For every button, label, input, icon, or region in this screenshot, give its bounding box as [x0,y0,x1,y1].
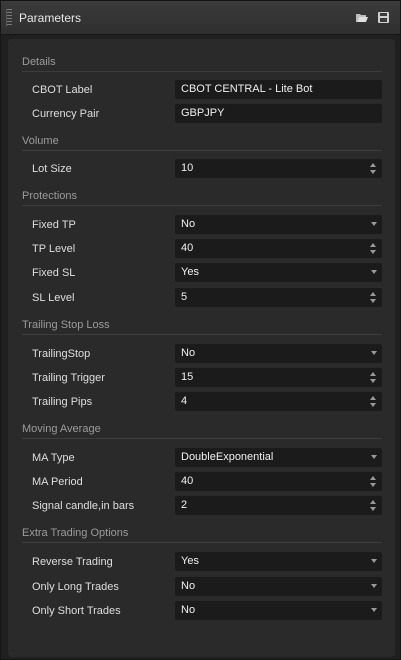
ma-period-value: 40 [181,475,194,487]
stepper-arrows-icon[interactable] [370,292,377,303]
reverse-trading-label: Reverse Trading [32,556,113,568]
chevron-down-icon [371,270,377,274]
cbot-label-input[interactable]: CBOT CENTRAL - Lite Bot [175,80,382,99]
trailing-pips-label: Trailing Pips [32,396,93,408]
tp-level-stepper[interactable]: 40 [175,239,382,258]
only-long-trades-value: No [181,580,196,592]
folder-open-icon[interactable] [356,12,368,24]
ma-type-value: DoubleExponential [181,451,274,463]
chevron-down-icon [371,584,377,588]
only-long-trades-select[interactable]: No [175,577,382,596]
section-header-volume: Volume [22,135,59,147]
section-header-trailing-stop-loss: Trailing Stop Loss [22,319,110,331]
fixed-sl-label: Fixed SL [32,267,76,279]
chevron-down-icon [371,455,377,459]
currency-pair-value: GBPJPY [181,107,225,119]
trailing-trigger-value: 15 [181,371,194,383]
fixed-tp-value: No [181,218,196,230]
only-short-trades-select[interactable]: No [175,601,382,620]
lot-size-value: 10 [181,162,194,174]
sl-level-value: 5 [181,291,188,303]
chevron-down-icon [371,608,377,612]
title-bar[interactable]: Parameters [1,1,400,35]
section-divider [22,205,382,206]
section-divider [22,150,382,151]
trailing-trigger-label: Trailing Trigger [32,372,105,384]
fixed-sl-select[interactable]: Yes [175,263,382,282]
chevron-down-icon [371,351,377,355]
currency-pair-input[interactable]: GBPJPY [175,104,382,123]
trailing-trigger-stepper[interactable]: 15 [175,368,382,387]
fixed-tp-label: Fixed TP [32,219,76,231]
trailing-pips-value: 4 [181,395,188,407]
section-divider [22,71,382,72]
save-icon[interactable] [378,11,390,24]
lot-size-label: Lot Size [32,163,72,175]
trailing-stop-value: No [181,347,196,359]
tp-level-label: TP Level [32,243,76,255]
signal-candle-stepper[interactable]: 2 [175,496,382,515]
sl-level-label: SL Level [32,292,75,304]
cbot-label-value: CBOT CENTRAL - Lite Bot [181,83,313,95]
trailing-pips-stepper[interactable]: 4 [175,392,382,411]
fixed-tp-select[interactable]: No [175,215,382,234]
ma-type-label: MA Type [32,452,75,464]
stepper-arrows-icon[interactable] [370,396,377,407]
chevron-down-icon [371,559,377,563]
reverse-trading-select[interactable]: Yes [175,552,382,571]
reverse-trading-value: Yes [181,555,199,567]
section-header-details: Details [22,56,56,68]
sl-level-stepper[interactable]: 5 [175,288,382,307]
section-header-protections: Protections [22,190,78,202]
window-title: Parameters [19,10,82,25]
only-short-trades-label: Only Short Trades [32,605,121,617]
signal-candle-label: Signal candle,in bars [32,500,135,512]
chevron-down-icon [371,222,377,226]
stepper-arrows-icon[interactable] [370,476,377,487]
fixed-sl-value: Yes [181,266,199,278]
drag-grip-icon[interactable] [6,8,12,27]
lot-size-stepper[interactable]: 10 [175,159,382,178]
trailing-stop-select[interactable]: No [175,344,382,363]
section-header-moving-average: Moving Average [22,423,101,435]
section-divider [22,334,382,335]
stepper-arrows-icon[interactable] [370,372,377,383]
section-divider [22,438,382,439]
section-header-extra-trading-options: Extra Trading Options [22,527,129,539]
currency-pair-label: Currency Pair [32,108,100,120]
only-short-trades-value: No [181,604,196,616]
trailing-stop-label: TrailingStop [32,348,91,360]
tp-level-value: 40 [181,242,194,254]
stepper-arrows-icon[interactable] [370,243,377,254]
section-divider [22,542,382,543]
signal-candle-value: 2 [181,499,188,511]
parameters-panel: Details CBOT Label CBOT CENTRAL - Lite B… [8,39,395,657]
ma-period-label: MA Period [32,476,83,488]
cbot-label-label: CBOT Label [32,84,93,96]
ma-type-select[interactable]: DoubleExponential [175,448,382,467]
only-long-trades-label: Only Long Trades [32,581,119,593]
stepper-arrows-icon[interactable] [370,163,377,174]
parameters-window: Parameters Details CBOT Label CBOT CENTR… [0,0,401,660]
ma-period-stepper[interactable]: 40 [175,472,382,491]
stepper-arrows-icon[interactable] [370,500,377,511]
